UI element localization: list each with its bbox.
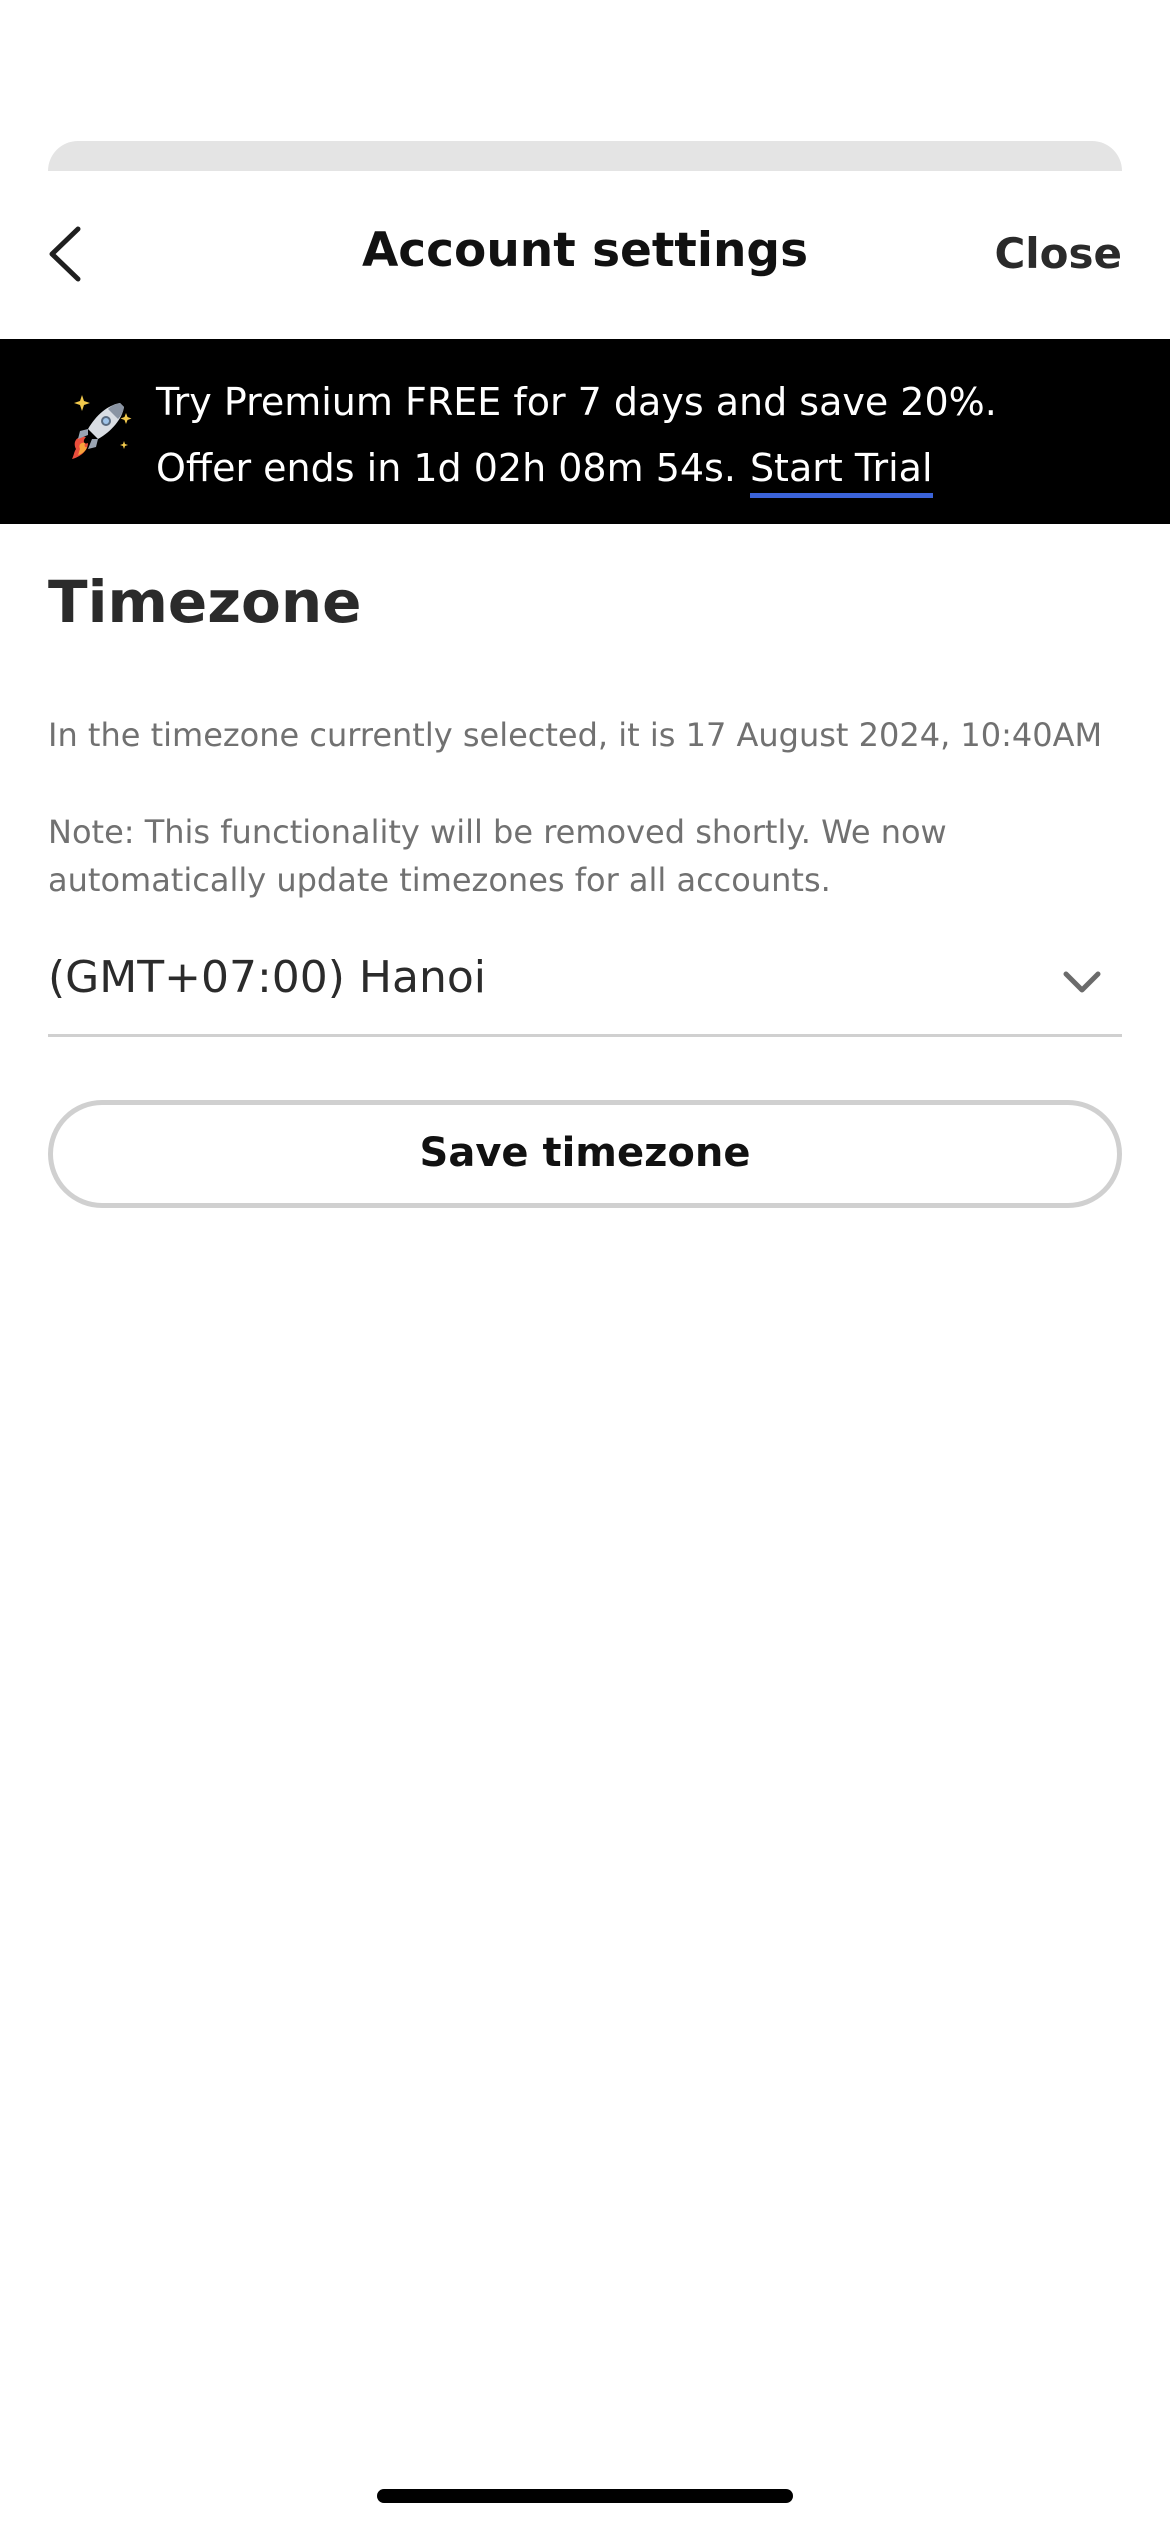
promo-message: Try Premium FREE for 7 days and save 20%…	[156, 369, 1096, 501]
deprecation-note: Note: This functionality will be removed…	[48, 813, 947, 899]
back-button[interactable]	[44, 221, 90, 287]
chevron-left-icon	[49, 226, 81, 282]
save-timezone-label: Save timezone	[419, 1130, 751, 1176]
close-button[interactable]: Close	[994, 229, 1122, 279]
current-time-info: In the timezone currently selected, it i…	[48, 716, 1103, 754]
home-indicator	[377, 2489, 793, 2503]
section-title: Timezone	[48, 568, 362, 636]
timezone-select[interactable]: (GMT+07:00) Hanoi	[48, 938, 1122, 1037]
rocket-icon	[72, 395, 132, 459]
header: Account settings Close	[0, 171, 1170, 339]
premium-promo-banner: Try Premium FREE for 7 days and save 20%…	[0, 339, 1170, 524]
timezone-selected-value: (GMT+07:00) Hanoi	[48, 952, 487, 1003]
save-timezone-button[interactable]: Save timezone	[48, 1100, 1122, 1208]
start-trial-link[interactable]: Start Trial	[749, 443, 933, 498]
sheet-top-edge	[48, 141, 1122, 171]
page-title: Account settings	[361, 223, 809, 278]
chevron-down-icon	[1063, 971, 1101, 993]
